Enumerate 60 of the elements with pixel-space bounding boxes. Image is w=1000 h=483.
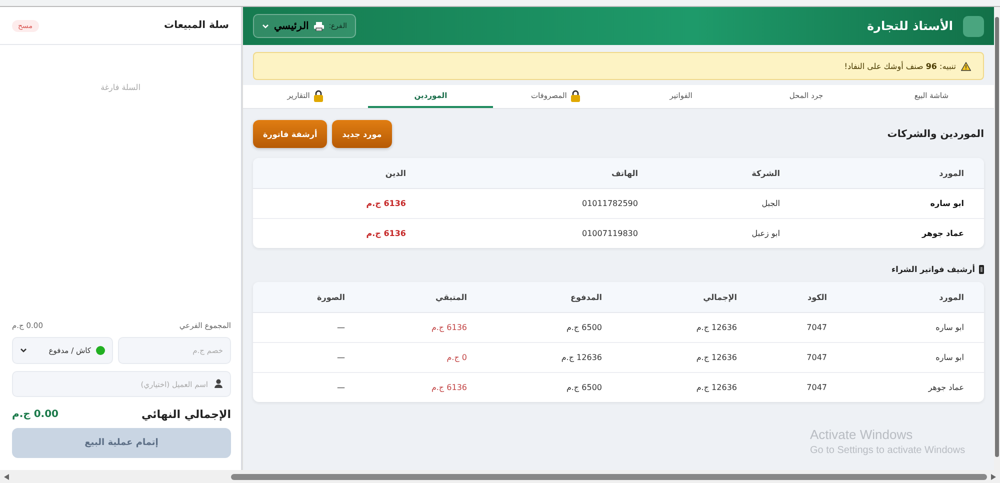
column-header: المورد (847, 282, 984, 313)
arrow-left-icon (4, 474, 9, 480)
table-cell-text: عماد جوهر (927, 382, 965, 394)
table-cell: 6500 ج.م (487, 313, 622, 343)
table-cell-text: 6500 ج.م (565, 382, 603, 394)
app-title: الأستاذ للتجارة (866, 19, 953, 33)
table-cell: 7047 (757, 313, 847, 343)
table-cell: ابو ساره (800, 189, 984, 219)
printer-icon (314, 22, 324, 30)
empty-cart-text: السلة فارغة (100, 83, 140, 94)
warning-icon (961, 62, 971, 70)
column-header: الإجمالي (622, 282, 757, 313)
column-header: الكود (757, 282, 847, 313)
cart-title: سلة المبيعات (164, 20, 229, 31)
total-value: 0.00 ج.م (12, 409, 59, 420)
column-header: الصورة (253, 282, 365, 313)
table-cell: ابو ساره (847, 313, 984, 343)
column-header: المورد (800, 158, 984, 189)
total-label: الإجمالي النهائي (141, 408, 231, 421)
table-cell: — (253, 313, 365, 343)
section-title: أرشيف فواتير الشراء (891, 265, 975, 274)
action-button[interactable]: مورد جديد (332, 120, 392, 148)
table-cell: الجبل (658, 189, 800, 219)
caret-icon (20, 348, 27, 353)
table-cell: 12636 ج.م (622, 343, 757, 373)
archive-icon (979, 265, 984, 274)
table-cell-text: 01007119830 (581, 228, 639, 240)
table-cell: — (253, 343, 365, 373)
logo-icon (963, 16, 984, 36)
action-button[interactable]: أرشفة فاتورة (253, 120, 328, 148)
section-title: الموردين والشركات (887, 128, 984, 140)
table-cell-text: — (336, 382, 346, 394)
table-cell: ابو ساره (847, 343, 984, 373)
table-cell: 0 ج.م (365, 343, 487, 373)
caret-icon (262, 24, 269, 28)
table-cell: 7047 (757, 343, 847, 373)
table-cell-text: 7047 (806, 382, 828, 394)
column-header: الشركة (658, 158, 800, 189)
table-cell: 6136 ج.م (253, 189, 426, 219)
scrollbar-thumb[interactable] (231, 474, 987, 480)
table-cell: 01011782590 (426, 189, 658, 219)
column-header: المتبقي (365, 282, 487, 313)
column-header: المدفوع (487, 282, 622, 313)
status-dot-icon (96, 346, 105, 355)
branch-name: الرئيسي (274, 20, 309, 32)
scrollbar-thumb[interactable] (995, 17, 999, 457)
table-cell-text: 12636 ج.م (695, 382, 738, 394)
column-header: الدين (253, 158, 426, 189)
table-cell-text: عماد جوهر (920, 228, 965, 240)
table-cell: 12636 ج.م (622, 313, 757, 343)
table-cell-text: ابو زعبل (750, 228, 781, 240)
table-cell: 6136 ج.م (365, 313, 487, 343)
table-cell-text: 6136 ج.م (365, 228, 407, 240)
table-cell: 12636 ج.م (487, 343, 622, 373)
lock-icon (570, 90, 581, 102)
arrow-right-icon (991, 474, 996, 480)
table-cell-text: 6136 ج.م (430, 382, 468, 394)
column-header: الهاتف (426, 158, 658, 189)
person-icon (214, 379, 223, 388)
lock-icon (312, 90, 324, 102)
